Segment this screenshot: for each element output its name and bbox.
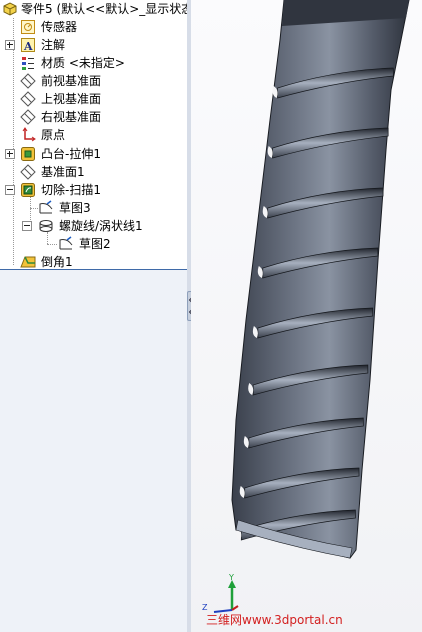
tree-item-label: 右视基准面 [41,110,102,124]
tree-item-label: 切除-扫描1 [41,183,101,197]
chamfer-icon [20,256,36,268]
tree-item-label: 凸台-拉伸1 [41,147,101,161]
tree-item-helix[interactable]: 螺旋线/涡状线1 [0,217,187,235]
tree-item-label: 草图3 [59,201,91,215]
triad-y-label: Y [228,574,234,582]
tree-item-annotations[interactable]: A 注解 [0,36,187,54]
graphics-viewport[interactable]: Y Z [191,0,422,632]
plane-icon [20,109,36,125]
tree-item-front-plane[interactable]: 前视基准面 [0,72,187,90]
origin-icon [22,127,36,142]
annotation-icon: A [21,38,35,53]
tree-item-origin[interactable]: 原点 [0,126,187,144]
expand-icon[interactable] [5,40,15,50]
tree-empty-area [0,270,187,632]
boss-extrude-icon [21,147,35,161]
tree-item-label: 草图2 [79,237,111,251]
collapse-icon[interactable] [22,221,32,231]
tree-item-top-plane[interactable]: 上视基准面 [0,90,187,108]
collapse-icon[interactable] [5,185,15,195]
sensor-icon [21,20,35,34]
tree-item-cut-sweep[interactable]: 切除-扫描1 [0,181,187,199]
tree-root-part[interactable]: 零件5 (默认<<默认>_显示状态 [0,0,187,18]
tree-root-label: 零件5 (默认<<默认>_显示状态 [21,2,188,16]
tree-connector [47,244,57,245]
threaded-rod-model [231,0,410,559]
coordinate-triad-icon: Y Z [202,574,239,613]
tree-item-label: 注解 [41,38,66,52]
tree-item-label: 原点 [41,128,66,142]
tree-connector [30,208,38,209]
tree-item-label: 传感器 [41,20,78,34]
tree-item-label: 材质 <未指定> [41,56,125,70]
tree-item-label: 基准面1 [41,165,85,179]
tree-item-material[interactable]: 材质 <未指定> [0,54,187,72]
svg-text:A: A [23,40,33,53]
expand-icon[interactable] [5,149,15,159]
helix-icon [39,220,53,232]
tree-item-label: 螺旋线/涡状线1 [59,219,143,233]
sketch-icon [59,236,73,250]
plane-icon [20,91,36,107]
tree-item-sensors[interactable]: 传感器 [0,18,187,36]
plane-icon [20,164,36,180]
tree-item-label: 上视基准面 [41,92,102,106]
watermark-text: 三维网www.3dportal.cn [206,613,343,627]
tree-item-sketch2[interactable]: 草图2 [0,235,187,253]
sketch-icon [39,200,53,214]
plane-icon [20,73,36,89]
part-icon [3,2,17,16]
tree-item-boss-extrude[interactable]: 凸台-拉伸1 [0,145,187,163]
tree-item-right-plane[interactable]: 右视基准面 [0,108,187,126]
cut-sweep-icon [21,183,35,197]
material-icon [22,57,34,70]
feature-manager-tree: 零件5 (默认<<默认>_显示状态 传感器 A 注解 材质 <未指定> 前视基准… [0,0,188,632]
tree-item-sketch3[interactable]: 草图3 [0,199,187,217]
tree-item-label: 前视基准面 [41,74,102,88]
tree-item-plane1[interactable]: 基准面1 [0,163,187,181]
